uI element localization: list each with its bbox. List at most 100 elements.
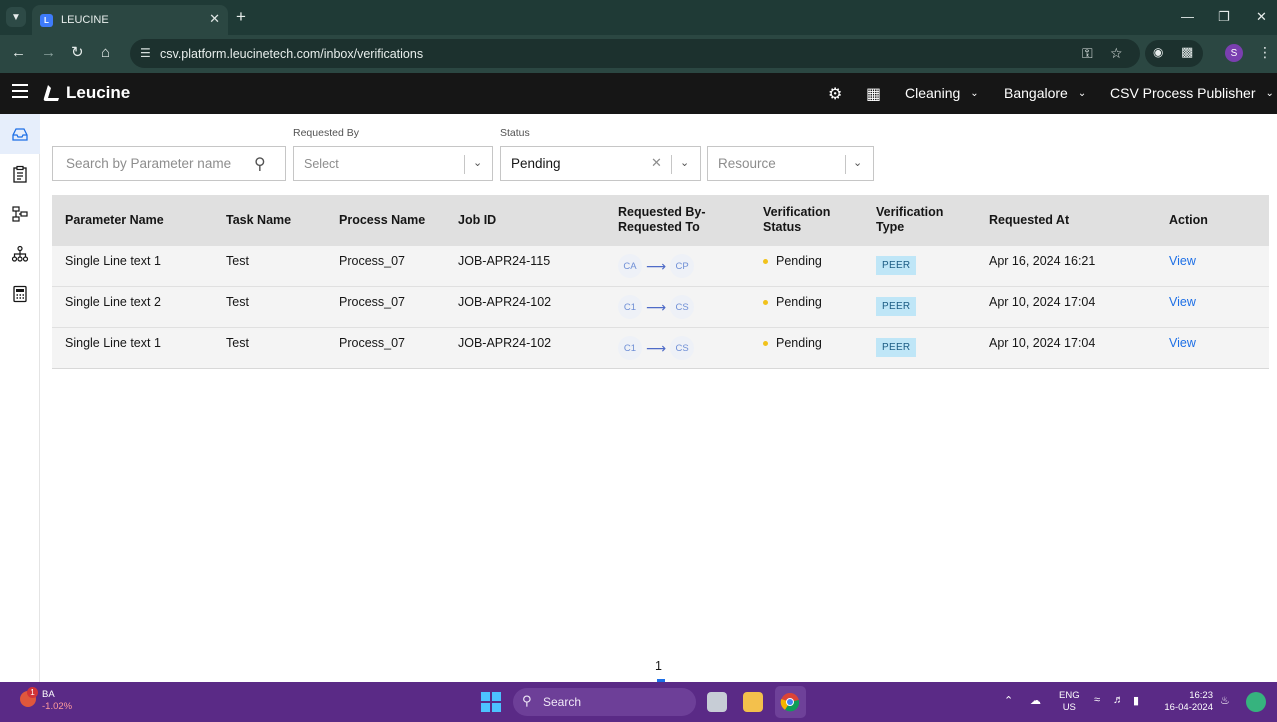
clear-x-icon[interactable]: ✕ [651, 155, 662, 171]
ticker-change: -1.02% [42, 701, 73, 712]
status-selected-value: Pending [511, 156, 561, 171]
rail-item-reports[interactable] [0, 274, 40, 314]
requested-by-placeholder: Select [304, 156, 339, 171]
clock-time: 16:23 [1189, 690, 1213, 701]
leucine-logo-icon [43, 85, 59, 101]
tray-chevron-up-icon[interactable]: ⌃ [1004, 694, 1013, 707]
onedrive-cloud-icon[interactable]: ☁ [1030, 694, 1041, 707]
site-menu-bangalore[interactable]: Bangalore ⌄ [1004, 85, 1086, 101]
profile-avatar[interactable]: S [1225, 44, 1243, 62]
volume-icon[interactable]: ♬ [1113, 694, 1124, 706]
input-language[interactable]: ENG US [1059, 690, 1080, 714]
arrow-right-icon: ⟶ [646, 298, 667, 315]
minimize-icon[interactable]: — [1181, 9, 1194, 24]
site-info-icon[interactable]: ☰ [140, 46, 151, 60]
task-view-icon[interactable] [707, 692, 727, 712]
system-clock[interactable]: 16:23 16-04-2024 [1161, 690, 1213, 714]
browser-menu-kebab-icon[interactable]: ⋮ [1258, 44, 1272, 61]
app-header: Leucine ⚙ ▦ Cleaning ⌄ Bangalore ⌄ CSV P… [0, 73, 1277, 114]
chevron-down-icon[interactable]: ⌄ [680, 156, 689, 169]
requester-avatar[interactable]: C1 [618, 336, 642, 360]
windows-start-icon[interactable] [481, 692, 501, 712]
scan-qr-icon[interactable]: ▦ [866, 84, 881, 104]
chrome-taskbar-button[interactable] [775, 686, 806, 718]
view-link[interactable]: View [1169, 254, 1196, 268]
menu-label: Cleaning [905, 85, 961, 101]
facility-menu-cleaning[interactable]: Cleaning ⌄ [905, 85, 979, 101]
table-row: Single Line text 1 Test Process_07 JOB-A… [52, 245, 1269, 286]
pending-status-dot-icon [763, 259, 768, 265]
taskbar-search[interactable]: ⚲ Search [513, 688, 696, 716]
select-divider [464, 155, 465, 174]
home-icon[interactable]: ⌂ [101, 45, 110, 61]
resource-select[interactable]: Resource ⌄ [707, 146, 874, 181]
notification-bell-icon[interactable]: ♨ [1220, 694, 1230, 707]
rail-item-inbox[interactable] [0, 114, 40, 154]
verification-type-tag: PEER [876, 297, 917, 316]
tab-search-chevron-icon[interactable]: ▼ [6, 7, 26, 27]
view-link[interactable]: View [1169, 336, 1196, 350]
search-icon[interactable]: ⚲ [254, 154, 266, 174]
camera-extension-icon[interactable]: ◉ [1153, 45, 1163, 59]
settings-gear-icon[interactable]: ⚙ [828, 84, 842, 104]
file-explorer-icon[interactable] [743, 692, 763, 712]
search-icon: ⚲ [522, 693, 532, 708]
left-navigation-rail [0, 114, 40, 682]
status-select[interactable]: Pending ✕ ⌄ [500, 146, 701, 181]
view-link[interactable]: View [1169, 295, 1196, 309]
cell-requested-by-to: C1 ⟶ CS [618, 336, 695, 360]
requestee-avatar[interactable]: CS [670, 336, 695, 360]
parameter-search-input[interactable] [66, 156, 246, 171]
ticker-name: BA [42, 689, 55, 700]
status-text: Pending [776, 295, 822, 309]
requested-by-label: Requested By [293, 127, 359, 139]
cell-job-id: JOB-APR24-102 [458, 295, 552, 309]
requested-by-select[interactable]: Select ⌄ [293, 146, 493, 181]
requestee-avatar[interactable]: CP [670, 254, 695, 278]
browser-toolbar: ← → ↻ ⌂ ☰ csv.platform.leucinetech.com/i… [0, 35, 1277, 73]
window-close-icon[interactable]: ✕ [1256, 9, 1267, 25]
taskbar-search-label: Search [543, 695, 582, 709]
requestee-avatar[interactable]: CS [670, 295, 695, 319]
rail-item-processes[interactable] [0, 194, 40, 234]
chevron-down-icon[interactable]: ⌄ [853, 156, 862, 169]
chevron-down-icon: ⌄ [1077, 87, 1087, 99]
back-arrow-icon[interactable]: ← [11, 45, 26, 61]
hamburger-menu-icon[interactable] [12, 84, 28, 98]
col-task-name: Task Name [226, 212, 292, 227]
restore-icon[interactable]: ❐ [1218, 9, 1230, 25]
wifi-icon[interactable]: ≈ [1094, 694, 1100, 706]
requester-avatar[interactable]: C1 [618, 295, 642, 319]
rail-item-checklists[interactable] [0, 154, 40, 194]
chevron-down-icon[interactable]: ⌄ [473, 156, 482, 169]
password-key-icon[interactable]: ⚿ [1082, 45, 1093, 62]
browser-tab-strip: ▼ L LEUCINE ✕ + — ❐ ✕ [0, 0, 1277, 35]
col-requested-by-to: Requested By- Requested To [618, 195, 706, 245]
reload-icon[interactable]: ↻ [71, 45, 84, 61]
pagination-page-1[interactable]: 1 [655, 659, 662, 673]
col-parameter-name: Parameter Name [65, 212, 164, 227]
new-tab-plus-icon[interactable]: + [236, 8, 246, 25]
arrow-right-icon: ⟶ [646, 257, 667, 274]
col-process-name: Process Name [339, 212, 426, 227]
tab-title: LEUCINE [61, 14, 109, 26]
verifications-table: Parameter Name Task Name Process Name Jo… [52, 195, 1269, 369]
cell-requested-at: Apr 10, 2024 17:04 [989, 336, 1096, 350]
pending-status-dot-icon [763, 341, 768, 347]
stock-ticker[interactable]: BA -1.02% [42, 689, 72, 713]
select-divider [845, 155, 846, 174]
puzzle-extensions-icon[interactable]: ▩ [1181, 44, 1193, 60]
rail-item-ontology[interactable] [0, 234, 40, 274]
bookmark-star-icon[interactable]: ☆ [1110, 45, 1123, 62]
browser-tab[interactable]: L LEUCINE ✕ [32, 5, 228, 35]
cell-verification-type: PEER [876, 256, 917, 275]
cell-requested-by-to: C1 ⟶ CS [618, 295, 695, 319]
forward-arrow-icon[interactable]: → [41, 45, 56, 61]
copilot-icon[interactable] [1246, 692, 1266, 712]
tab-close-icon[interactable]: ✕ [209, 11, 220, 27]
requester-avatar[interactable]: CA [618, 254, 642, 278]
battery-icon[interactable]: ▮ [1133, 694, 1139, 707]
user-role-menu[interactable]: CSV Process Publisher ⌄ [1110, 85, 1274, 101]
cell-parameter-name: Single Line text 1 [65, 336, 161, 350]
address-bar[interactable]: ☰ csv.platform.leucinetech.com/inbox/ver… [130, 39, 1140, 68]
